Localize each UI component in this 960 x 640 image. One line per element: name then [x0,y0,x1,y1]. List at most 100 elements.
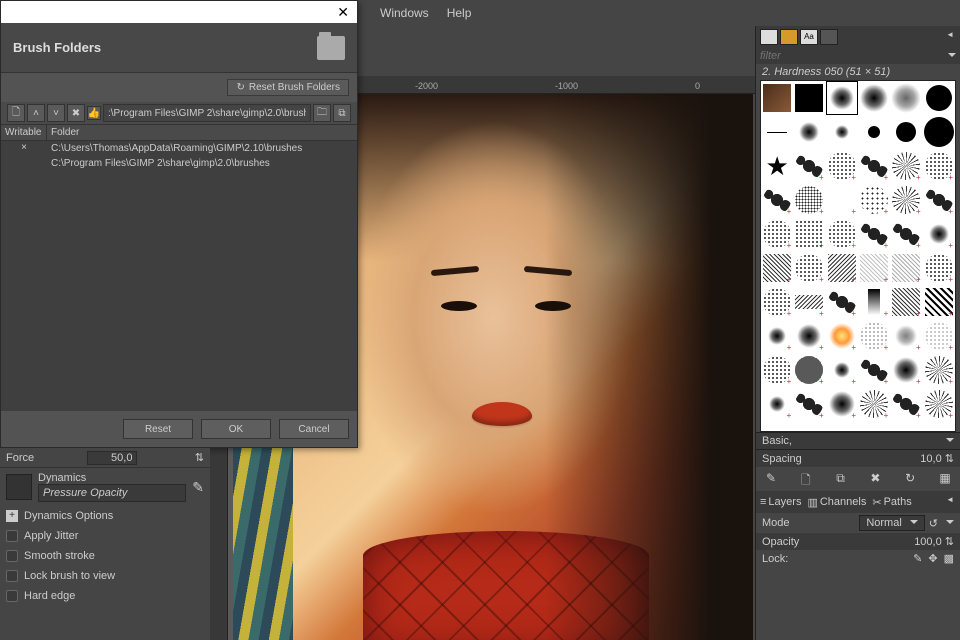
folder-row[interactable]: C:\Program Files\GIMP 2\share\gimp\2.0\b… [1,156,357,171]
history-tab-icon[interactable] [820,29,838,45]
brush-thumb[interactable] [761,81,793,115]
patterns-tab-icon[interactable] [780,29,798,45]
brush-thumb[interactable] [793,251,825,285]
edit-brush-icon[interactable]: ✎ [762,471,780,487]
close-icon[interactable]: ✕ [337,4,349,21]
edit-dynamics-icon[interactable]: ✎ [192,479,204,496]
brush-thumb[interactable] [826,353,858,387]
checkbox[interactable] [6,570,18,582]
dynamics-icon[interactable] [6,474,32,500]
brush-thumb[interactable] [826,149,858,183]
brush-thumb[interactable] [826,387,858,421]
fonts-tab-icon[interactable]: Aa [800,29,818,45]
brush-thumb[interactable] [858,353,890,387]
mode-reset-icon[interactable]: ↺ [929,517,938,530]
expand-icon[interactable]: + [6,510,18,522]
folder-path-input[interactable] [103,104,311,122]
refresh-brush-icon[interactable]: ↻ [901,471,919,487]
dynamics-options-toggle[interactable]: + Dynamics Options [0,506,210,526]
move-up-button[interactable]: ˄ [27,104,45,122]
configure-tab-icon[interactable] [936,494,956,510]
brush-thumb[interactable] [761,217,793,251]
menu-help[interactable]: Help [447,6,472,20]
lock-position-icon[interactable]: ✥ [928,552,937,565]
brush-thumb[interactable] [826,285,858,319]
delete-folder-button[interactable]: ✖ [67,104,85,122]
brush-thumb[interactable]: ★ [761,149,793,183]
force-value[interactable]: 50,0 [87,451,137,465]
smooth-stroke-row[interactable]: Smooth stroke [0,546,210,566]
brush-thumb[interactable] [923,353,955,387]
brush-thumb[interactable] [761,285,793,319]
brush-thumb[interactable] [890,285,922,319]
brush-thumb[interactable] [858,149,890,183]
brush-thumb[interactable] [923,217,955,251]
brush-thumb[interactable] [761,387,793,421]
brush-thumb[interactable] [858,217,890,251]
lock-brush-row[interactable]: Lock brush to view [0,566,210,586]
brush-thumb[interactable] [890,319,922,353]
brush-thumb[interactable] [858,387,890,421]
open-location-button[interactable]: ⧉ [333,104,351,122]
brush-thumb[interactable] [826,251,858,285]
hard-edge-row[interactable]: Hard edge [0,586,210,606]
brush-thumb[interactable] [923,183,955,217]
brush-thumb[interactable] [793,81,825,115]
col-writable[interactable]: Writable [1,125,47,140]
checkbox[interactable] [6,590,18,602]
brush-thumb[interactable] [761,319,793,353]
folder-row[interactable]: × C:\Users\Thomas\AppData\Roaming\GIMP\2… [1,141,357,156]
tab-layers[interactable]: ≡Layers [760,496,801,508]
brush-thumb[interactable] [761,251,793,285]
checkbox[interactable] [6,550,18,562]
brush-thumb[interactable] [890,81,922,115]
brush-thumb[interactable] [923,319,955,353]
brush-thumb[interactable] [923,285,955,319]
brush-thumb[interactable] [923,115,955,149]
tab-paths[interactable]: ✂Paths [872,496,911,509]
brush-thumb[interactable] [890,115,922,149]
brush-thumb[interactable] [793,387,825,421]
lock-pixels-icon[interactable]: ✎ [913,552,922,565]
chevron-down-icon[interactable] [944,50,956,62]
lock-alpha-icon[interactable]: ▩ [944,552,954,565]
brush-thumb[interactable] [858,81,890,115]
chevron-down-icon[interactable] [942,517,954,529]
brush-thumb[interactable] [890,217,922,251]
brush-thumb[interactable] [858,115,890,149]
brush-thumb[interactable] [923,149,955,183]
brush-thumb[interactable] [761,353,793,387]
cancel-button[interactable]: Cancel [279,419,349,439]
brush-preset-row[interactable]: Basic, [756,432,960,449]
brush-thumb[interactable] [793,149,825,183]
brush-thumb[interactable] [890,353,922,387]
reset-button[interactable]: Reset [123,419,193,439]
brush-thumb[interactable] [826,183,858,217]
open-as-image-icon[interactable]: ▦ [936,471,954,487]
new-brush-icon[interactable]: 🗋 [797,471,815,487]
brush-thumb[interactable] [793,115,825,149]
opacity-value[interactable]: 100,0 [914,536,942,548]
brush-thumb[interactable] [890,149,922,183]
brush-thumb[interactable] [890,251,922,285]
duplicate-brush-icon[interactable]: ⧉ [832,471,850,487]
folder-list[interactable]: × C:\Users\Thomas\AppData\Roaming\GIMP\2… [1,141,357,411]
tab-channels[interactable]: ▥Channels [807,496,866,509]
brush-thumb[interactable] [923,251,955,285]
browse-button[interactable]: 🗀 [313,104,331,122]
brush-thumb[interactable] [761,183,793,217]
brush-thumb[interactable] [793,217,825,251]
menu-windows[interactable]: Windows [380,6,429,20]
new-folder-button[interactable]: 🗋 [7,104,25,122]
brush-thumb[interactable] [793,183,825,217]
mode-dropdown[interactable]: Normal [859,515,924,531]
ok-button[interactable]: OK [201,419,271,439]
configure-tab-icon[interactable] [936,29,956,45]
brush-thumb[interactable] [826,319,858,353]
checkbox[interactable] [6,530,18,542]
apply-jitter-row[interactable]: Apply Jitter [0,526,210,546]
brush-thumb[interactable] [826,217,858,251]
brush-spacing-row[interactable]: Spacing 10,0 ⇅ [756,449,960,467]
reset-brush-folders-button[interactable]: ↻ Reset Brush Folders [227,79,349,96]
brush-thumb[interactable] [858,319,890,353]
